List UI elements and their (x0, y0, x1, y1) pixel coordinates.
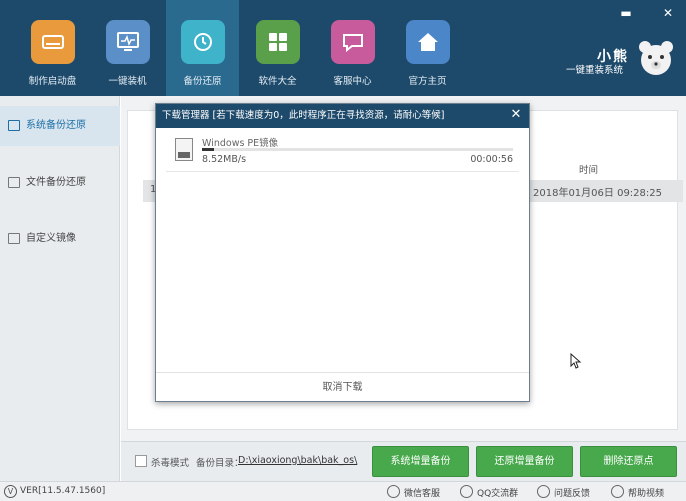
bottom-action-bar: 杀毒模式 备份目录： D:\xiaoxiong\bak\bak_os\ 系统增量… (121, 441, 686, 481)
sidebar-item-custom-image[interactable]: 自定义镜像 (0, 219, 120, 259)
nav-label: 备份还原 (183, 76, 222, 87)
sidebar-item-label: 系统备份还原 (26, 120, 86, 131)
mouse-cursor-icon (570, 352, 582, 372)
nav-one-click-install[interactable]: 一键装机 (91, 0, 164, 96)
nav-label: 软件大全 (258, 76, 297, 87)
dialog-close-button[interactable]: ✕ (509, 108, 523, 122)
backup-dir-link[interactable]: D:\xiaoxiong\bak\bak_os\ (238, 455, 357, 466)
antivirus-mode-checkbox[interactable] (135, 455, 147, 467)
chat-icon (331, 20, 375, 64)
monitor-icon (106, 20, 150, 64)
bear-logo-icon (636, 38, 676, 78)
restore-icon (181, 20, 225, 64)
backup-dir-label: 备份目录： (196, 458, 244, 469)
nav-label: 一键装机 (108, 76, 147, 87)
usb-drive-icon (31, 20, 75, 64)
restore-incremental-button[interactable]: 还原增量备份 (476, 446, 573, 477)
system-backup-icon (8, 120, 20, 131)
iso-file-icon (175, 138, 193, 161)
nav-service-center[interactable]: 客服中心 (316, 0, 389, 96)
cancel-download-button[interactable]: 取消下载 (156, 372, 529, 401)
row-time: 2018年01月06日 09:28:25 (533, 188, 662, 199)
sidebar-item-label: 自定义镜像 (26, 233, 76, 244)
version-icon: V (4, 485, 17, 498)
dialog-title: 下载管理器 [若下载速度为0，此时程序正在寻找资源，请耐心等候] (156, 104, 529, 128)
nav-software[interactable]: 软件大全 (241, 0, 314, 96)
wechat-service-link[interactable]: 微信客服 (404, 486, 440, 499)
feedback-link[interactable]: 问题反馈 (554, 486, 590, 499)
qq-icon (460, 485, 473, 498)
antivirus-mode-label: 杀毒模式 (151, 458, 190, 469)
download-elapsed: 00:00:56 (470, 154, 513, 165)
download-progress-bar (202, 148, 513, 151)
nav-label: 客服中心 (333, 76, 372, 87)
column-header-time: 时间 (579, 165, 599, 176)
file-backup-icon (8, 177, 20, 188)
custom-image-icon (8, 233, 20, 244)
header-bar: 制作启动盘 一键装机 备份还原 软件大全 客服中心 官方主页 ▬ ✕ 小熊 一键… (0, 0, 686, 96)
home-icon (406, 20, 450, 64)
minimize-button[interactable]: ▬ (619, 6, 633, 20)
sidebar-item-system-backup[interactable]: 系统备份还原 (0, 106, 120, 146)
delete-restore-point-button[interactable]: 删除还原点 (580, 446, 677, 477)
download-progress-fill (202, 148, 215, 151)
sidebar-item-file-backup[interactable]: 文件备份还原 (0, 163, 120, 203)
download-manager-dialog: 下载管理器 [若下载速度为0，此时程序正在寻找资源，请耐心等候] ✕ Windo… (155, 103, 530, 402)
download-item: Windows PE镜像 8.52MB/s 00:00:56 (166, 130, 519, 172)
nav-label: 官方主页 (408, 76, 447, 87)
incremental-backup-button[interactable]: 系统增量备份 (372, 446, 469, 477)
qq-group-link[interactable]: QQ交流群 (477, 486, 518, 499)
help-video-link[interactable]: 帮助视频 (628, 486, 664, 499)
download-speed: 8.52MB/s (202, 154, 247, 165)
wechat-icon (387, 485, 400, 498)
apps-grid-icon (256, 20, 300, 64)
nav-official-home[interactable]: 官方主页 (391, 0, 464, 96)
close-window-button[interactable]: ✕ (661, 6, 675, 20)
nav-make-boot-disk[interactable]: 制作启动盘 (16, 0, 89, 96)
status-bar: V VER[11.5.47.1560] 微信客服 QQ交流群 问题反馈 帮助视频 (0, 481, 686, 501)
feedback-icon (537, 485, 550, 498)
brand-subtitle: 一键重装系统 (566, 65, 624, 76)
sidebar: 系统备份还原 文件备份还原 自定义镜像 (0, 96, 120, 481)
version-text: VER[11.5.47.1560] (20, 486, 106, 496)
nav-backup-restore[interactable]: 备份还原 (166, 0, 239, 96)
sidebar-item-label: 文件备份还原 (26, 177, 86, 188)
help-video-icon (611, 485, 624, 498)
download-name: Windows PE镜像 (202, 138, 279, 149)
nav-label: 制作启动盘 (28, 76, 77, 87)
